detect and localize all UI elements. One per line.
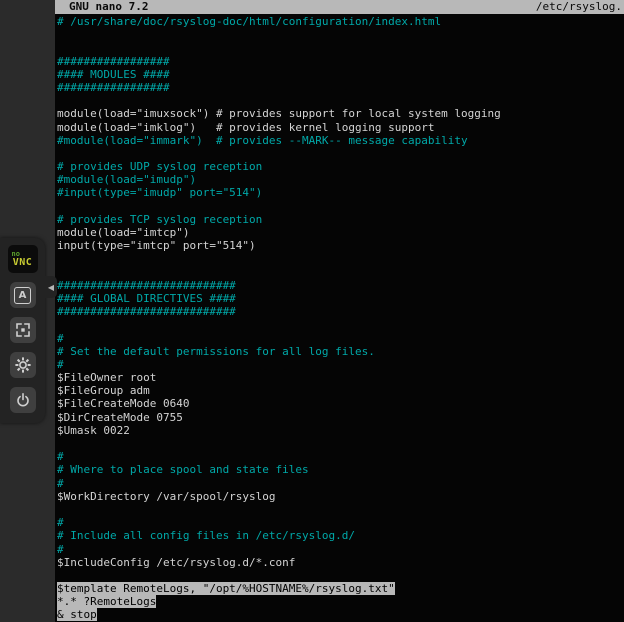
terminal-line (57, 200, 624, 213)
terminal-window[interactable]: GNU nano 7.2 /etc/rsyslog. # /usr/share/… (55, 0, 624, 622)
terminal-lines[interactable]: # /usr/share/doc/rsyslog-doc/html/config… (57, 15, 624, 622)
terminal-line (57, 437, 624, 450)
terminal-line: module(load="imklog") # provides kernel … (57, 121, 624, 134)
nano-version-label: GNU nano 7.2 (55, 0, 148, 14)
fullscreen-icon (15, 322, 31, 338)
terminal-line: # provides TCP syslog reception (57, 213, 624, 226)
terminal-line (57, 28, 624, 41)
terminal-line: # (57, 332, 624, 345)
terminal-line (57, 569, 624, 582)
terminal-line: ################# (57, 55, 624, 68)
terminal-line (57, 94, 624, 107)
novnc-logo[interactable]: no VNC (8, 245, 38, 273)
terminal-line: # Include all config files in /etc/rsysl… (57, 529, 624, 542)
power-icon (15, 392, 31, 408)
terminal-line: $FileCreateMode 0640 (57, 397, 624, 410)
terminal-line: $WorkDirectory /var/spool/rsyslog (57, 490, 624, 503)
terminal-line (57, 266, 624, 279)
terminal-line: $FileGroup adm (57, 384, 624, 397)
disconnect-button[interactable] (10, 387, 36, 413)
terminal-line: ########################### (57, 279, 624, 292)
terminal-line (57, 318, 624, 331)
terminal-line: #input(type="imudp" port="514") (57, 186, 624, 199)
terminal-line: $IncludeConfig /etc/rsyslog.d/*.conf (57, 556, 624, 569)
terminal-line: # Where to place spool and state files (57, 463, 624, 476)
nano-titlebar: GNU nano 7.2 /etc/rsyslog. (55, 0, 624, 14)
terminal-line: $DirCreateMode 0755 (57, 411, 624, 424)
keyboard-a-icon: A (14, 287, 31, 304)
terminal-line (57, 252, 624, 265)
terminal-line: *.* ?RemoteLogs (57, 595, 624, 608)
terminal-line: #### MODULES #### (57, 68, 624, 81)
terminal-line: # (57, 477, 624, 490)
terminal-line (57, 147, 624, 160)
control-bar-handle[interactable]: ◀ (45, 276, 57, 298)
terminal-line: #### GLOBAL DIRECTIVES #### (57, 292, 624, 305)
terminal-line: $FileOwner root (57, 371, 624, 384)
terminal-line: #module(load="imudp") (57, 173, 624, 186)
terminal-line: # (57, 450, 624, 463)
terminal-line: # /usr/share/doc/rsyslog-doc/html/config… (57, 15, 624, 28)
terminal-line: #module(load="immark") # provides --MARK… (57, 134, 624, 147)
terminal-line: # (57, 543, 624, 556)
terminal-line: # Set the default permissions for all lo… (57, 345, 624, 358)
screen: GNU nano 7.2 /etc/rsyslog. # /usr/share/… (0, 0, 624, 622)
nano-filename-label: /etc/rsyslog. (536, 0, 624, 14)
terminal-line (57, 503, 624, 516)
terminal-line: ################# (57, 81, 624, 94)
settings-button[interactable] (10, 352, 36, 378)
terminal-line: # provides UDP syslog reception (57, 160, 624, 173)
novnc-logo-vnc-text: VNC (13, 258, 33, 268)
extra-keys-button[interactable]: A (10, 282, 36, 308)
terminal-line: $Umask 0022 (57, 424, 624, 437)
terminal-line (57, 41, 624, 54)
fullscreen-button[interactable] (10, 317, 36, 343)
terminal-line: ########################### (57, 305, 624, 318)
gear-icon (15, 357, 31, 373)
chevron-left-icon: ◀ (48, 283, 54, 292)
terminal-line: module(load="imuxsock") # provides suppo… (57, 107, 624, 120)
terminal-line: # (57, 358, 624, 371)
terminal-line: module(load="imtcp") (57, 226, 624, 239)
terminal-line: $template RemoteLogs, "/opt/%HOSTNAME%/r… (57, 582, 624, 595)
terminal-line: & stop (57, 608, 624, 621)
terminal-line: input(type="imtcp" port="514") (57, 239, 624, 252)
terminal-line: # (57, 516, 624, 529)
novnc-control-bar: no VNC A (0, 238, 45, 423)
